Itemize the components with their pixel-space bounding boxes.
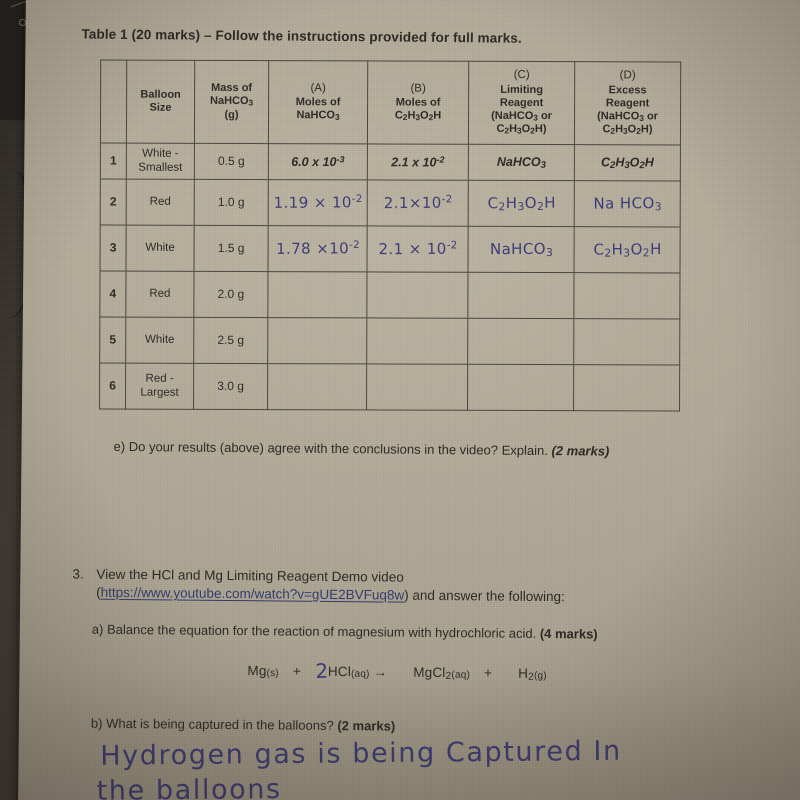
cell-excess-reagent-empty <box>573 272 681 320</box>
row-number: 1 <box>100 142 127 180</box>
question-3a: a) Balance the equation for the reaction… <box>92 622 598 642</box>
cell-excess-reagent-empty <box>573 318 680 366</box>
row-mass: 0.5 g <box>194 143 269 180</box>
equation-reactant-hcl: HCl <box>327 663 352 680</box>
cell-moles-nahco3-empty <box>267 363 367 411</box>
header-col-a: (A) Moles of NaHCO3 <box>268 60 368 144</box>
question-3-line2-tail: ) and answer the following: <box>404 587 565 605</box>
header-col-b: (B) Moles of C2H3O2H <box>367 60 469 145</box>
table-row: 6 Red - Largest 3.0 g <box>99 362 680 412</box>
table-header-row: Balloon Size Mass of NaHCO3 (g) (A) Moles o… <box>100 59 681 146</box>
cell-limiting-reagent: NaHCO3 <box>468 144 575 181</box>
cell-limiting-reagent-empty <box>467 272 575 319</box>
question-3-line1: View the HCl and Mg Limiting Reagent Dem… <box>96 566 404 585</box>
handwritten-answer-line1: Hydrogen gas is being Captured In <box>100 735 622 772</box>
row-mass: 1.5 g <box>193 225 269 272</box>
handwritten-answer-line2: the balloons <box>96 773 282 800</box>
equation-arrow-icon: → <box>373 664 388 680</box>
header-col-a-letter: (A) <box>310 81 326 94</box>
table-row: 1 White - Smallest 0.5 g 6.0 x 10-3 2.1 x… <box>100 142 681 182</box>
question-3b: b) What is being captured in the balloon… <box>91 716 395 734</box>
cell-moles-c2h3o2h: 2.1 x 10-2 <box>367 143 469 181</box>
handwritten-answer-3b: Hydrogen gas is being Captured In the ba… <box>96 735 622 800</box>
question-3-number: 3. <box>72 566 84 582</box>
cell-excess-reagent-empty <box>573 364 680 412</box>
equation-state-g: (g) <box>533 670 547 682</box>
header-rownum <box>100 59 127 144</box>
question-3b-label: b) <box>90 715 103 731</box>
question-3a-label: a) <box>91 621 104 637</box>
cell-limiting-reagent-empty <box>467 364 574 411</box>
row-number: 3 <box>99 224 127 272</box>
equation-state-aq-2: (aq) <box>451 669 471 681</box>
cell-moles-nahco3-handwritten: 1.19 × 10-2 <box>268 179 368 227</box>
cell-moles-nahco3: 6.0 x 10-3 <box>268 143 368 180</box>
cell-limiting-reagent-handwritten: NaHCO3 <box>467 226 575 273</box>
equation-reactant-mg: Mg <box>247 663 267 679</box>
row-number: 4 <box>99 270 126 318</box>
row-mass: 2.5 g <box>193 317 268 364</box>
equation-product-mgcl2: MgCl2 <box>413 664 452 682</box>
chemical-equation: Mg(s) +2HCl(aq) → MgCl2(aq) + H2(g) <box>247 656 547 684</box>
row-balloon-size: White - Smallest <box>126 143 195 180</box>
youtube-video-link[interactable]: https://www.youtube.com/watch?v=gUE2BVFu… <box>101 585 405 603</box>
cell-moles-nahco3-empty <box>267 271 368 319</box>
results-table-wrapper: Balloon Size Mass of NaHCO3 (g) (A) Moles o… <box>99 59 681 412</box>
cell-moles-c2h3o2h-handwritten: 2.1×10-2 <box>367 179 469 227</box>
row-mass: 3.0 g <box>193 363 268 410</box>
table-row: 3 White 1.5 g 1.78 ×10-2 2.1 × 10-2 NaHC… <box>99 224 681 274</box>
equation-state-aq-1: (aq) <box>350 668 370 680</box>
cell-limiting-reagent-empty <box>467 318 574 365</box>
cell-excess-reagent-handwritten: C2H3O2H <box>573 226 681 274</box>
row-number: 2 <box>100 178 127 226</box>
equation-plus-1: + <box>292 663 302 679</box>
question-3b-text: What is being captured in the balloons? <box>106 715 334 733</box>
table-row: 4 Red 2.0 g <box>99 270 681 320</box>
row-balloon-size: White <box>125 225 195 272</box>
header-col-d-letter: (D) <box>619 69 636 82</box>
cell-moles-c2h3o2h-empty <box>366 363 468 411</box>
question-e-text: Do your results (above) agree with the c… <box>128 439 548 459</box>
cell-moles-nahco3-handwritten: 1.78 ×10-2 <box>267 225 368 273</box>
header-balloon-size: Balloon Size <box>126 60 195 144</box>
header-col-c-letter: (C) <box>513 69 530 82</box>
table-row: 5 White 2.5 g <box>99 316 680 366</box>
equation-product-h2: H2 <box>518 665 535 683</box>
cell-excess-reagent-handwritten: Na HCO3 <box>574 180 681 228</box>
question-3a-marks: (4 marks) <box>539 625 598 642</box>
photo-scene: Table 1 (20 marks) – Follow the instruct… <box>0 0 800 800</box>
cell-moles-c2h3o2h-empty <box>366 271 469 319</box>
cell-limiting-reagent-handwritten: C2H3O2H <box>468 180 575 227</box>
row-balloon-size: Red <box>126 179 195 226</box>
results-table: Balloon Size Mass of NaHCO3 (g) (A) Moles o… <box>99 59 681 412</box>
header-col-d: (D) Excess Reagent (NaHCO3 or C2H3O2H) <box>574 61 681 146</box>
table-caption: Table 1 (20 marks) – Follow the instruct… <box>81 26 522 46</box>
row-number: 5 <box>99 316 126 364</box>
worksheet-page: Table 1 (20 marks) – Follow the instruct… <box>18 0 800 800</box>
header-mass: Mass of NaHCO3 (g) <box>194 60 269 144</box>
table-row: 2 Red 1.0 g 1.19 × 10-2 2.1×10-2 C2H3O2H… <box>100 178 681 228</box>
question-3a-text: Balance the equation for the reaction of… <box>106 621 537 641</box>
cell-moles-c2h3o2h-empty <box>366 317 468 365</box>
row-balloon-size: Red - Largest <box>125 363 194 410</box>
row-mass: 2.0 g <box>193 271 268 318</box>
question-3-line2: (https://www.youtube.com/watch?v=gUE2BVF… <box>96 585 565 604</box>
row-balloon-size: White <box>125 317 194 364</box>
row-mass: 1.0 g <box>194 179 269 226</box>
cell-moles-nahco3-empty <box>267 317 367 365</box>
question-3b-marks: (2 marks) <box>337 718 396 734</box>
equation-plus-2: + <box>483 665 493 681</box>
equation-state-s: (s) <box>266 667 279 679</box>
question-e-label: e) <box>113 438 126 454</box>
header-col-c: (C) Limiting Reagent (NaHCO3 or C2H3O2H) <box>468 61 575 145</box>
cell-excess-reagent: C2H3O2H <box>574 144 681 182</box>
row-number: 6 <box>99 362 126 410</box>
row-balloon-size: Red <box>125 271 194 318</box>
cell-moles-c2h3o2h-handwritten: 2.1 × 10-2 <box>366 225 469 273</box>
question-e-marks: (2 marks) <box>551 443 610 459</box>
question-e: e) Do your results (above) agree with th… <box>114 439 610 459</box>
header-col-b-letter: (B) <box>410 82 426 95</box>
handwritten-coefficient: 2 <box>314 658 329 684</box>
